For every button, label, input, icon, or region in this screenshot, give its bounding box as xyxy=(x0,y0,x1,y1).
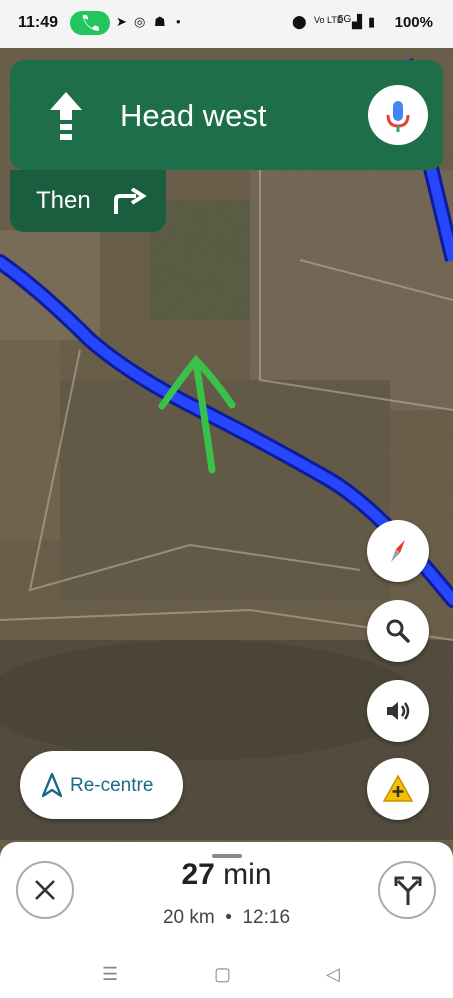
back-icon[interactable]: ◁ xyxy=(326,964,340,985)
signal-icon: ▟ xyxy=(352,14,362,29)
recentre-label: Re-centre xyxy=(70,775,154,796)
search-along-route-button[interactable] xyxy=(367,600,429,662)
arrival-time: 12:16 xyxy=(242,907,291,928)
straight-arrow-icon xyxy=(50,92,82,140)
distance: 20 km xyxy=(162,907,215,928)
navigation-icon: ➤ xyxy=(116,14,127,29)
sound-button[interactable] xyxy=(367,680,429,742)
compass-icon xyxy=(391,540,405,562)
duration-unit: min xyxy=(214,858,272,891)
network-label: 5G xyxy=(338,14,352,25)
fork-routes-icon xyxy=(394,876,422,905)
location-icon: ⬤ xyxy=(292,14,307,29)
microphone-icon xyxy=(386,101,410,132)
recents-icon[interactable]: ☰ xyxy=(102,964,118,985)
home-icon[interactable]: ▢ xyxy=(214,964,231,985)
then-instruction[interactable]: Then xyxy=(10,170,166,232)
status-bar: 11:49 ➤ ◎ ☗ • ⬤ Vo LTE 5G ▟ ▮ 100% xyxy=(0,0,453,48)
warning-add-icon xyxy=(383,774,413,802)
battery-percent: 100% xyxy=(394,14,433,31)
report-incident-button[interactable] xyxy=(367,758,429,820)
navigation-arrow-icon xyxy=(42,773,62,797)
status-time: 11:49 xyxy=(18,14,59,31)
turn-right-icon xyxy=(114,188,147,214)
then-label: Then xyxy=(36,187,91,214)
duration-number: 27 xyxy=(181,858,215,891)
voice-search-button[interactable] xyxy=(368,85,428,145)
direction-text: Head west xyxy=(120,98,267,133)
search-icon xyxy=(386,619,410,643)
alternate-routes-button[interactable] xyxy=(378,861,436,919)
speaker-icon xyxy=(387,702,410,720)
system-navigation-bar: ☰ ▢ ◁ xyxy=(0,956,453,998)
call-indicator-icon[interactable] xyxy=(70,11,110,35)
recentre-button[interactable]: Re-centre xyxy=(20,751,183,819)
separator: • xyxy=(225,907,232,928)
dot-icon: • xyxy=(176,14,181,29)
battery-icon: ▮ xyxy=(368,14,376,29)
snapchat-icon: ☗ xyxy=(154,14,166,29)
instagram-icon: ◎ xyxy=(134,14,146,29)
compass-button[interactable] xyxy=(367,520,429,582)
